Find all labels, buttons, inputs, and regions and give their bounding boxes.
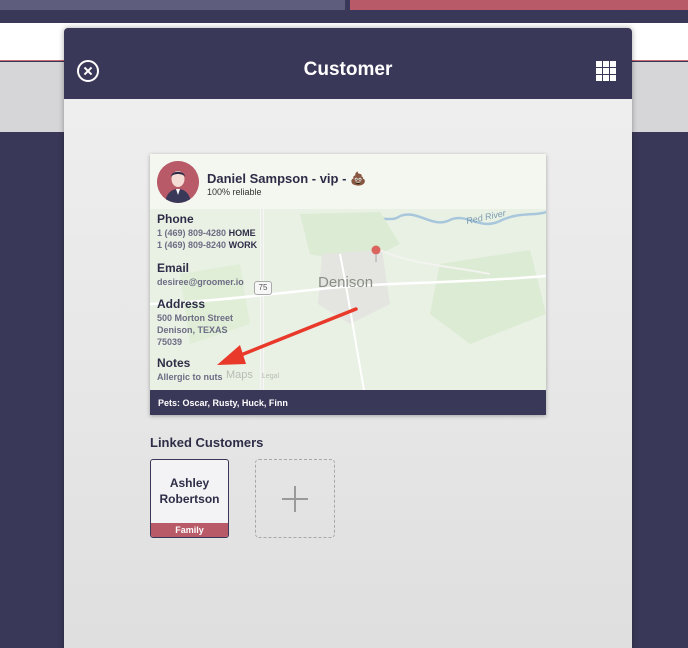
- linked-customers-title: Linked Customers: [150, 435, 264, 450]
- email-value[interactable]: desiree@groomer.io: [157, 277, 244, 287]
- address-line-3: 75039: [157, 337, 183, 347]
- phone-line-home[interactable]: 1 (469) 809-4280 HOME: [157, 228, 256, 238]
- phone-title: Phone: [157, 212, 194, 226]
- pets-bar: Pets: Oscar, Rusty, Huck, Finn: [150, 390, 546, 415]
- notes-title: Notes: [157, 356, 191, 370]
- address-line-2: Denison, TEXAS: [157, 325, 228, 335]
- modal-title: Customer: [303, 59, 393, 80]
- address-title: Address: [157, 297, 206, 311]
- customer-name-text: Daniel Sampson - vip -: [207, 171, 347, 186]
- reliability-text: 100% reliable: [207, 187, 262, 197]
- linked-customer-name: Ashley Robertson: [159, 476, 220, 506]
- map-city-label: Denison: [318, 274, 374, 291]
- customer-name: Daniel Sampson - vip - 💩: [207, 171, 366, 187]
- relation-badge: Family: [151, 523, 228, 537]
- add-linked-customer-button[interactable]: [255, 459, 335, 538]
- customer-modal: Customer Denison Red River 75 Maps Legal…: [64, 28, 632, 648]
- customer-header: Daniel Sampson - vip - 💩 100% reliable: [150, 154, 546, 209]
- avatar: [157, 161, 199, 203]
- vip-emoji-icon: 💩: [350, 171, 367, 186]
- notes-value: Allergic to nuts: [157, 372, 223, 382]
- map-attribution: Maps: [226, 369, 253, 381]
- person-icon: [157, 161, 199, 203]
- modal-header: Customer: [64, 28, 632, 99]
- route-shield: 75: [254, 281, 272, 295]
- address-line-1: 500 Morton Street: [157, 313, 234, 323]
- background-nav-right: [350, 0, 688, 10]
- phone-line-work[interactable]: 1 (469) 809-8240 WORK: [157, 240, 257, 250]
- email-title: Email: [157, 261, 190, 275]
- linked-customer-card[interactable]: Ashley Robertson Family: [150, 459, 229, 538]
- customer-card[interactable]: Denison Red River 75 Maps Legal Daniel S…: [150, 154, 546, 415]
- grid-icon[interactable]: [596, 61, 616, 81]
- map-legal-link[interactable]: Legal: [262, 373, 279, 380]
- background-nav-left: [0, 0, 345, 10]
